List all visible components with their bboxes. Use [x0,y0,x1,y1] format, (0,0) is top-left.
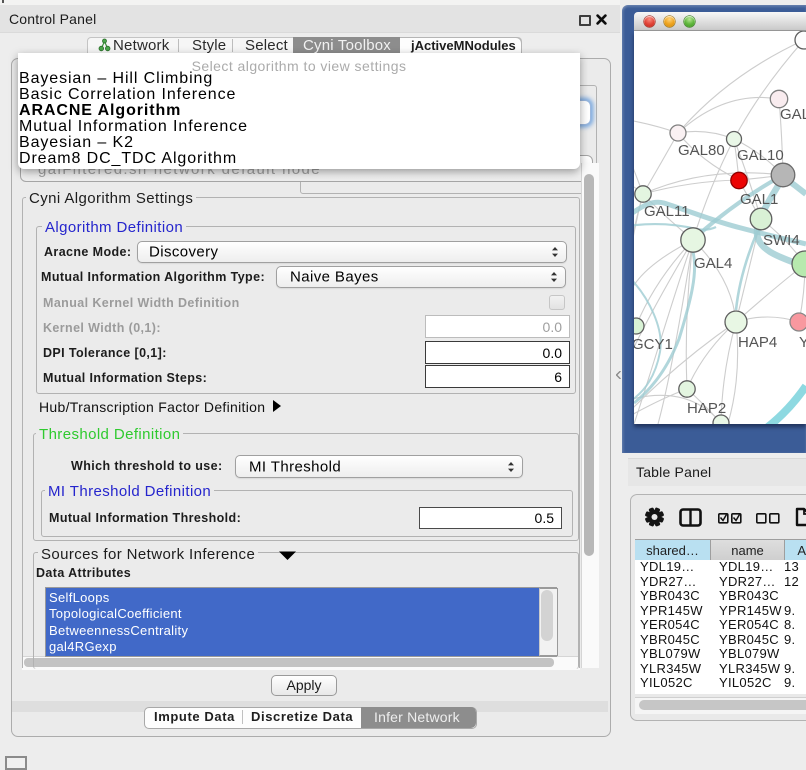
svg-text:YER: YER [799,334,806,351]
svg-text:SWI4: SWI4 [763,232,800,249]
svg-text:GAL11: GAL11 [644,203,690,220]
svg-text:GAL10: GAL10 [737,147,784,164]
svg-text:GAL4: GAL4 [694,255,732,272]
svg-text:HAP4: HAP4 [738,334,777,351]
svg-text:GAL7: GAL7 [780,106,806,123]
svg-text:GCY1: GCY1 [634,336,673,353]
svg-text:GAL1: GAL1 [740,191,778,208]
svg-text:HAP2: HAP2 [687,400,726,417]
svg-text:GAL80: GAL80 [678,142,725,159]
